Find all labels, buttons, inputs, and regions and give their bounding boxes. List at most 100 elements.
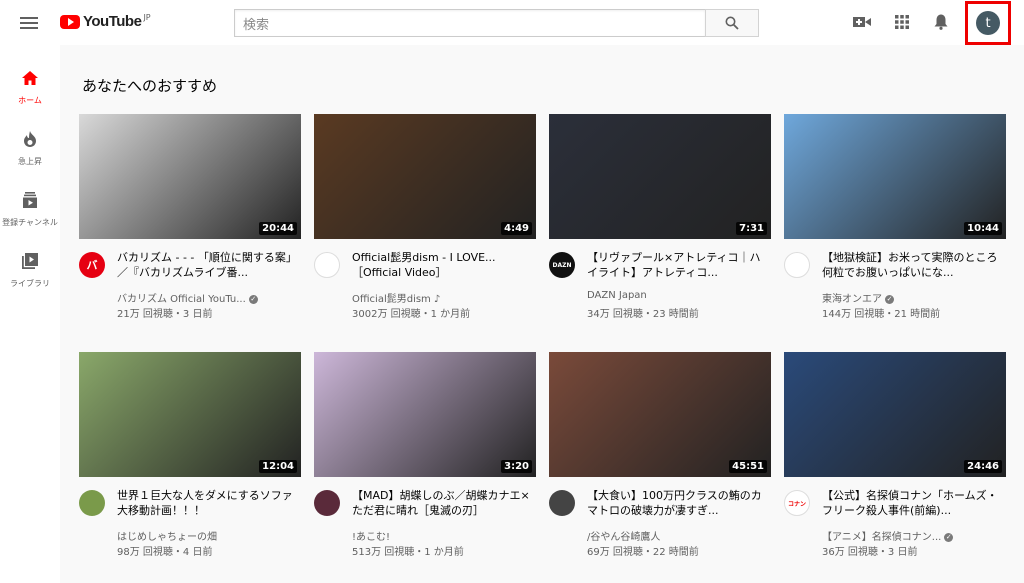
notifications-button[interactable] [932,13,950,31]
channel-name[interactable]: DAZN Japan [587,290,647,301]
channel-name[interactable]: 【アニメ】名探偵コナン... [822,532,941,543]
channel-name-row: DAZN Japan [587,290,769,301]
video-meta: 513万 回視聴・1 か月前 [352,547,464,558]
channel-name-row: バカリズム Official YouTu... ✓ [117,290,299,305]
channel-name-row: /谷やん谷崎鷹人 [587,528,769,543]
library-icon [21,252,39,270]
avatar: t [976,11,1000,35]
video-title[interactable]: 【MAD】胡蝶しのぶ／胡蝶カナエ×ただ君に晴れ［鬼滅の刃］ [352,488,534,518]
channel-avatar-text: DAZN [552,261,572,269]
search-icon [725,16,739,30]
video-title[interactable]: 【大食い】100万円クラスの鮪のカマトロの破壊力が凄すぎ... [587,488,769,518]
channel-avatar-text: コナン [787,500,806,508]
channel-name[interactable]: バカリズム Official YouTu... [117,294,246,305]
channel-avatar[interactable] [314,252,340,278]
video-meta: 34万 回視聴・23 時間前 [587,309,699,320]
channel-name[interactable]: /谷やん谷崎鷹人 [587,532,660,543]
channel-avatar[interactable]: バ [79,252,105,278]
video-duration: 20:44 [259,222,297,235]
video-thumbnail[interactable]: 3:20 [314,352,536,477]
video-thumbnail[interactable]: 24:46 [784,352,1006,477]
video-duration: 7:31 [736,222,767,235]
video-meta: 36万 回視聴・3 日前 [822,547,918,558]
logo-text: YouTube [83,13,142,30]
channel-name-row: Official髭男dism ♪ [352,290,534,305]
top-bar: YouTube JP 検索 t [0,0,1024,45]
sidebar-item-trending[interactable]: 急上昇 [0,112,60,172]
sidebar-item-label: ホーム [18,96,42,105]
video-thumbnail[interactable]: 12:04 [79,352,301,477]
channel-avatar[interactable] [79,490,105,516]
channel-avatar[interactable] [314,490,340,516]
video-card[interactable]: 45:51 【大食い】100万円クラスの鮪のカマトロの破壊力が凄すぎ... /谷やん… [549,352,771,572]
sidebar-item-label: 登録チャンネル [2,218,58,227]
channel-name[interactable]: !あこむ! [352,532,390,543]
video-meta: 69万 回視聴・22 時間前 [587,547,699,558]
video-title[interactable]: 【公式】名探偵コナン「ホームズ・フリーク殺人事件(前編)... [822,488,1004,518]
channel-name[interactable]: 東海オンエア [822,294,882,305]
video-camera-plus-icon [853,17,871,27]
video-title[interactable]: 【リヴァプール×アトレティコ｜ハイライト】アトレティコ... [587,250,769,280]
account-button[interactable]: t [965,1,1011,45]
sidebar-item-library[interactable]: ライブラリ [0,234,60,294]
video-card[interactable]: 24:46 コナン 【公式】名探偵コナン「ホームズ・フリーク殺人事件(前編)... 【… [784,352,1006,572]
sidebar-item-home[interactable]: ホーム [0,51,60,111]
channel-name[interactable]: Official髭男dism [352,294,431,305]
youtube-logo[interactable]: YouTube JP [60,13,151,30]
channel-avatar[interactable] [784,252,810,278]
search-bar: 検索 [234,9,759,37]
verified-badge-icon: ✓ [885,294,894,304]
sidebar: ホーム 急上昇 登録チャンネル ライブラリ [0,45,60,583]
flame-icon [21,130,39,148]
sidebar-item-label: 急上昇 [18,157,42,166]
sidebar-item-subscriptions[interactable]: 登録チャンネル [0,173,60,233]
video-card[interactable]: 3:20 【MAD】胡蝶しのぶ／胡蝶カナエ×ただ君に晴れ［鬼滅の刃］ !あこむ! 51… [314,352,536,572]
video-meta: 98万 回視聴・4 日前 [117,547,213,558]
main-content: あなたへのおすすめ 20:44 バ バカリズム - - - 「順位に関する案」／『バ… [60,45,1024,583]
channel-name-row: はじめしゃちょーの畑 [117,528,299,543]
channel-avatar[interactable]: DAZN [549,252,575,278]
video-title[interactable]: バカリズム - - - 「順位に関する案」／『バカリズムライブ番... [117,250,299,280]
video-card[interactable]: 12:04 世界１巨大な人をダメにするソファ大移動計画！！！ はじめしゃちょーの畑 9… [79,352,301,572]
search-placeholder: 検索 [243,17,270,33]
video-thumbnail[interactable]: 45:51 [549,352,771,477]
hamburger-menu-icon[interactable] [20,14,38,30]
video-card[interactable]: 10:44 【地獄検証】お米って実際のところ何粒でお腹いっぱいにな... 東海オンエ… [784,114,1006,334]
channel-name-row: 東海オンエア ✓ [822,290,1004,305]
channel-name[interactable]: はじめしゃちょーの畑 [117,532,217,543]
video-meta: 144万 回視聴・21 時間前 [822,309,941,320]
video-thumbnail[interactable]: 4:49 [314,114,536,239]
video-duration: 3:20 [501,460,532,473]
search-button[interactable] [705,9,759,37]
sidebar-item-label: ライブラリ [10,279,50,288]
channel-avatar[interactable] [549,490,575,516]
video-title[interactable]: 【地獄検証】お米って実際のところ何粒でお腹いっぱいにな... [822,250,1004,280]
video-title[interactable]: Official髭男dism - I LOVE... ［Official Vid… [352,250,534,280]
section-title: あなたへのおすすめ [82,77,218,95]
video-meta: 21万 回視聴・3 日前 [117,309,213,320]
apps-button[interactable] [893,13,911,31]
video-card[interactable]: 4:49 Official髭男dism - I LOVE... ［Official… [314,114,536,334]
home-icon [21,69,39,87]
video-thumbnail[interactable]: 20:44 [79,114,301,239]
subscriptions-icon [21,191,39,209]
channel-avatar[interactable]: コナン [784,490,810,516]
verified-badge-icon: ✓ [944,532,954,542]
video-card[interactable]: 20:44 バ バカリズム - - - 「順位に関する案」／『バカリズムライブ番..… [79,114,301,334]
channel-avatar-text: バ [86,259,98,272]
youtube-play-icon [60,14,80,29]
video-duration: 10:44 [964,222,1002,235]
channel-name-row: !あこむ! [352,528,534,543]
search-input[interactable]: 検索 [234,9,705,37]
video-thumbnail[interactable]: 7:31 [549,114,771,239]
video-duration: 24:46 [964,460,1002,473]
video-title[interactable]: 世界１巨大な人をダメにするソファ大移動計画！！！ [117,488,299,518]
video-meta: 3002万 回視聴・1 か月前 [352,309,471,320]
video-card[interactable]: 7:31 DAZN 【リヴァプール×アトレティコ｜ハイライト】アトレティコ... DA… [549,114,771,334]
video-thumbnail[interactable]: 10:44 [784,114,1006,239]
music-note-icon: ♪ [433,294,441,305]
video-duration: 4:49 [501,222,532,235]
create-video-button[interactable] [853,13,871,31]
verified-badge-icon: ✓ [248,294,258,304]
video-duration: 12:04 [259,460,297,473]
